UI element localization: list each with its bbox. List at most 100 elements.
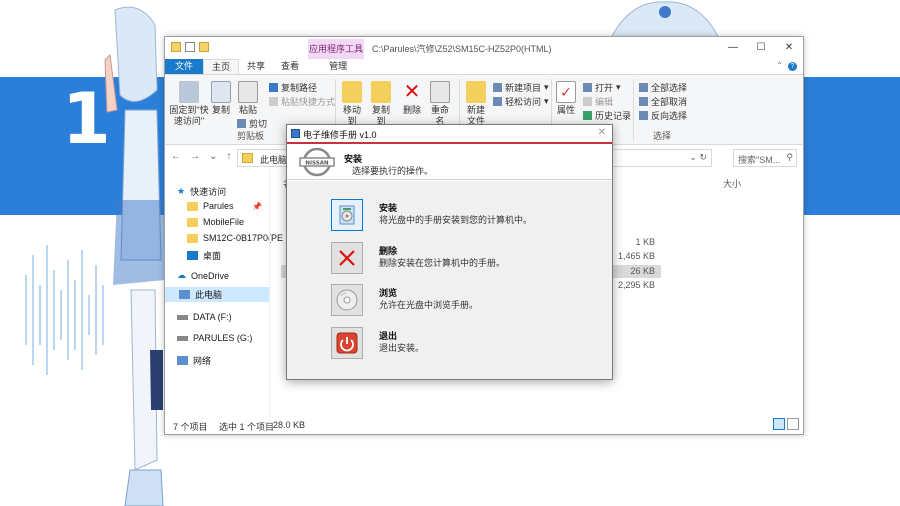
sidebar-item-mobilefile[interactable]: MobileFile <box>187 217 244 227</box>
help-icon[interactable]: ? <box>788 62 797 71</box>
sidebar-item-parules-drive[interactable]: PARULES (G:) <box>177 333 252 343</box>
edit-icon <box>583 97 592 106</box>
delete-button[interactable]: ✕ 删除 <box>401 81 423 116</box>
properties-label: 属性 <box>556 105 575 115</box>
browse-button[interactable] <box>331 284 363 316</box>
open-label: 打开 <box>595 83 614 93</box>
wallpaper-character-top <box>609 1 721 40</box>
clipboard-group-label: 剪贴板 <box>237 131 265 141</box>
delete-x-icon <box>339 250 355 266</box>
sidebar-item-label: 此电脑 <box>195 290 223 300</box>
install-button[interactable] <box>331 199 363 231</box>
navigation-buttons: ← → ⌄ ↑ <box>171 151 231 162</box>
copy-to-label: 复制到 <box>371 105 390 126</box>
minimize-button[interactable]: — <box>719 37 747 59</box>
pin-quick-access-label: 固定到"快速访问" <box>169 105 209 126</box>
history-button[interactable]: 历史记录 <box>583 109 631 122</box>
up-arrow-icon[interactable]: ↑ <box>226 151 231 162</box>
sidebar-item-this-pc[interactable]: 此电脑 <box>165 287 269 302</box>
new-folder-icon[interactable] <box>199 42 209 52</box>
nissan-logo: NISSAN <box>299 147 335 177</box>
copy-icon <box>211 81 231 103</box>
dialog-options: 安装 将光盘中的手册安装到您的计算机中。 删除 删除安装在您计算机中的手册。 浏… <box>287 181 612 379</box>
breadcrumb-this-pc[interactable]: 此电脑 <box>260 155 287 165</box>
pin-icon: 📌 <box>252 201 262 211</box>
status-bar: 7 个项目 选中 1 个项目 28.0 KB <box>165 416 803 434</box>
dialog-close-button[interactable]: ✕ <box>598 127 606 138</box>
select-all-icon <box>639 83 648 92</box>
tab-share[interactable]: 共享 <box>239 59 273 74</box>
explorer-titlebar: 应用程序工具 C:\Parules\汽修\Z52\SM15C-HZ52P0(HT… <box>165 37 803 59</box>
properties-icon[interactable] <box>185 42 195 52</box>
large-icons-view-icon[interactable] <box>787 418 799 430</box>
star-icon: ★ <box>177 186 186 196</box>
move-to-button[interactable]: 移动到 <box>339 81 365 127</box>
paste-shortcut-button[interactable]: 粘贴快捷方式 <box>269 95 335 108</box>
forward-arrow-icon[interactable]: → <box>190 151 200 162</box>
tab-manage[interactable]: 管理 <box>321 59 355 74</box>
paste-shortcut-icon <box>269 97 278 106</box>
collapse-ribbon-icon[interactable]: ⌃ <box>776 61 783 70</box>
edit-button[interactable]: 编辑 <box>583 95 613 108</box>
tab-file[interactable]: 文件 <box>165 59 204 74</box>
select-none-button[interactable]: 全部取消 <box>639 95 687 108</box>
paste-label: 粘贴 <box>238 105 257 115</box>
folder-icon[interactable] <box>171 42 181 52</box>
sidebar-item-label: OneDrive <box>191 270 230 281</box>
pin-quick-access-button[interactable]: 固定到"快速访问" <box>169 81 209 127</box>
context-tab-app-tools[interactable]: 应用程序工具 <box>308 39 364 59</box>
copy-to-button[interactable]: 复制到 <box>368 81 394 127</box>
sidebar-item-label: MobileFile <box>203 217 245 227</box>
exit-button[interactable] <box>331 327 363 359</box>
back-arrow-icon[interactable]: ← <box>171 151 181 162</box>
new-item-button[interactable]: 新建项目 ▾ <box>493 81 549 94</box>
search-placeholder: 搜索"SM... <box>738 155 781 165</box>
sidebar-item-label: 快速访问 <box>190 187 227 197</box>
new-item-icon <box>493 83 502 92</box>
invert-selection-button[interactable]: 反向选择 <box>639 109 687 122</box>
tab-view[interactable]: 查看 <box>273 59 307 74</box>
sidebar-item-data-drive[interactable]: DATA (F:) <box>177 312 232 322</box>
delete-button[interactable] <box>331 242 363 274</box>
search-input[interactable]: 搜索"SM... ⚲ <box>733 149 797 167</box>
copy-path-icon <box>269 83 278 92</box>
manual-setup-dialog: 电子维修手册 v1.0 ✕ NISSAN 安装 选择要执行的操作。 安装 将光盘… <box>286 124 613 380</box>
pane-divider[interactable] <box>269 169 270 417</box>
sidebar-item-quick-access[interactable]: ★ 快速访问 <box>177 185 226 198</box>
address-refresh-icon[interactable]: ⌄ ↻ <box>689 152 707 163</box>
dialog-header-subtitle: 选择要执行的操作。 <box>352 166 434 176</box>
sidebar-item-desktop[interactable]: 桌面 <box>187 249 221 262</box>
properties-button[interactable]: ✓ 属性 <box>555 81 577 116</box>
open-button[interactable]: 打开 ▾ <box>583 81 621 94</box>
copy-button[interactable]: 复制 <box>210 81 232 116</box>
sidebar-item-label: Parules <box>203 201 234 211</box>
paste-button[interactable]: 粘贴 <box>237 81 259 116</box>
rename-button[interactable]: 重命名 <box>427 81 453 127</box>
sidebar-item-onedrive[interactable]: ☁ OneDrive <box>177 270 229 281</box>
paste-icon <box>238 81 258 103</box>
cloud-icon: ☁ <box>177 270 186 280</box>
new-item-label: 新建项目 <box>505 83 542 93</box>
easy-access-button[interactable]: 轻松访问 ▾ <box>493 95 549 108</box>
status-item-count: 7 个项目 <box>173 422 208 432</box>
select-all-button[interactable]: 全部选择 <box>639 81 687 94</box>
maximize-button[interactable]: ☐ <box>747 37 775 59</box>
copy-path-label: 复制路径 <box>281 83 318 93</box>
folder-icon <box>187 201 198 211</box>
select-group-label: 选择 <box>653 131 672 141</box>
recent-chevron-icon[interactable]: ⌄ <box>209 151 217 162</box>
file-size: 1,465 KB <box>617 251 655 261</box>
history-label: 历史记录 <box>595 111 632 121</box>
column-header-size[interactable]: 大小 <box>723 177 741 190</box>
desktop-icon <box>187 251 198 260</box>
sidebar-item-parules[interactable]: Parules 📌 <box>187 201 267 211</box>
details-view-icon[interactable] <box>773 418 785 430</box>
close-button[interactable]: ✕ <box>775 37 803 59</box>
file-size: 2,295 KB <box>617 280 655 290</box>
move-to-label: 移动到 <box>342 105 361 126</box>
copy-path-button[interactable]: 复制路径 <box>269 81 317 94</box>
tab-home[interactable]: 主页 <box>203 59 240 74</box>
scissors-icon <box>237 119 246 128</box>
rename-icon <box>430 81 450 103</box>
sidebar-item-network[interactable]: 网络 <box>177 354 211 367</box>
